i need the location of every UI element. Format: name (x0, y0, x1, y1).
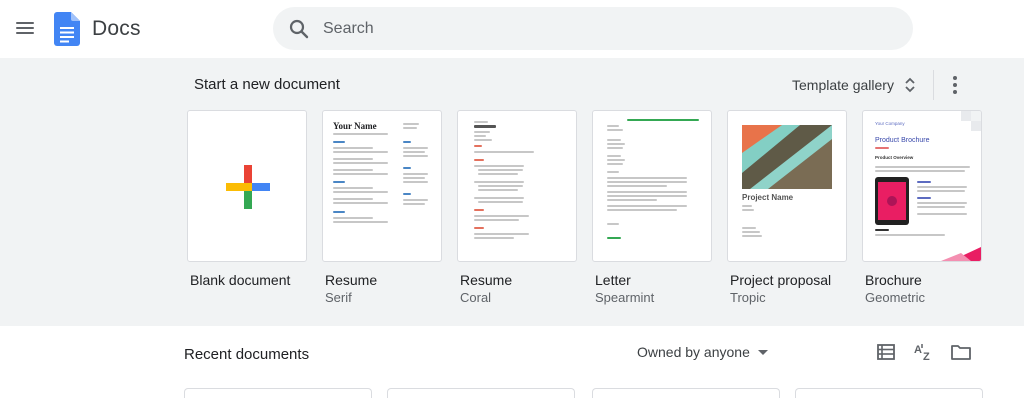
recent-document-card[interactable] (184, 388, 372, 398)
preview-overview: Product Overview (875, 155, 914, 160)
list-view-icon[interactable] (874, 340, 898, 364)
template-subtitle: Spearmint (595, 290, 655, 305)
main-menu-icon[interactable] (14, 17, 36, 39)
template-brochure-geometric[interactable]: Your Company Product Brochure Product Ov… (862, 110, 982, 305)
svg-text:Z: Z (923, 351, 930, 363)
template-thumbnail[interactable] (457, 110, 577, 262)
tropic-graphic (742, 125, 832, 189)
toolbar-divider (933, 70, 934, 100)
search-bar[interactable] (273, 7, 913, 50)
preview-company: Your Company (875, 121, 905, 126)
recent-document-card[interactable] (387, 388, 575, 398)
template-letter-spearmint[interactable]: Letter Spearmint (592, 110, 712, 305)
caret-down-icon (757, 349, 768, 355)
recent-document-card[interactable] (592, 388, 780, 398)
template-thumbnail[interactable] (592, 110, 712, 262)
template-subtitle: Serif (325, 290, 352, 305)
more-vert-icon[interactable] (944, 73, 966, 97)
app-title[interactable]: Docs (92, 17, 141, 41)
owner-filter-dropdown[interactable]: Owned by anyone (637, 344, 768, 360)
template-thumbnail[interactable]: Your Name (322, 110, 442, 262)
plus-icon (226, 165, 270, 209)
unfold-icon (905, 77, 915, 93)
recent-documents-section: Recent documents Owned by anyone A Z (0, 326, 1024, 398)
start-new-heading: Start a new document (194, 76, 340, 93)
template-name: Letter (595, 272, 631, 288)
template-thumbnail[interactable]: Your Company Product Brochure Product Ov… (862, 110, 982, 262)
top-bar: Docs (0, 0, 1024, 58)
folder-icon[interactable] (949, 340, 973, 364)
preview-name: Your Name (333, 121, 377, 131)
template-gallery-button[interactable]: Template gallery (784, 70, 924, 100)
template-blank[interactable]: Blank document (187, 110, 307, 288)
search-icon[interactable] (287, 17, 311, 41)
geometric-pattern (961, 111, 981, 131)
preview-brochure-title: Product Brochure (875, 137, 930, 144)
template-subtitle: Geometric (865, 290, 925, 305)
template-subtitle: Coral (460, 290, 492, 305)
template-resume-coral[interactable]: Resume Coral (457, 110, 577, 305)
template-name: Brochure (865, 272, 922, 288)
template-name: Project proposal (730, 272, 832, 288)
template-thumbnail[interactable] (187, 110, 307, 262)
owner-filter-label: Owned by anyone (637, 344, 750, 360)
recent-document-card[interactable] (795, 388, 983, 398)
template-name: Resume (325, 272, 378, 288)
template-name: Blank document (190, 272, 291, 288)
geometric-pattern-bottom (941, 247, 981, 261)
template-gallery-label: Template gallery (792, 77, 894, 93)
phone-image (875, 177, 909, 225)
template-subtitle: Tropic (730, 290, 766, 305)
template-resume-serif[interactable]: Your Name Resume Serif (322, 110, 442, 305)
preview-project-name: Project Name (742, 193, 794, 202)
template-section: Start a new document Template gallery Bl… (0, 58, 1024, 326)
template-project-proposal-tropic[interactable]: Project Name Project proposal Tropic (727, 110, 847, 305)
template-name: Resume (460, 272, 513, 288)
search-input[interactable] (323, 7, 883, 50)
recent-documents-heading: Recent documents (184, 346, 310, 363)
sort-az-icon[interactable]: A Z (911, 340, 935, 364)
svg-text:A: A (914, 344, 922, 356)
template-thumbnail[interactable]: Project Name (727, 110, 847, 262)
docs-logo-icon[interactable] (54, 12, 80, 46)
